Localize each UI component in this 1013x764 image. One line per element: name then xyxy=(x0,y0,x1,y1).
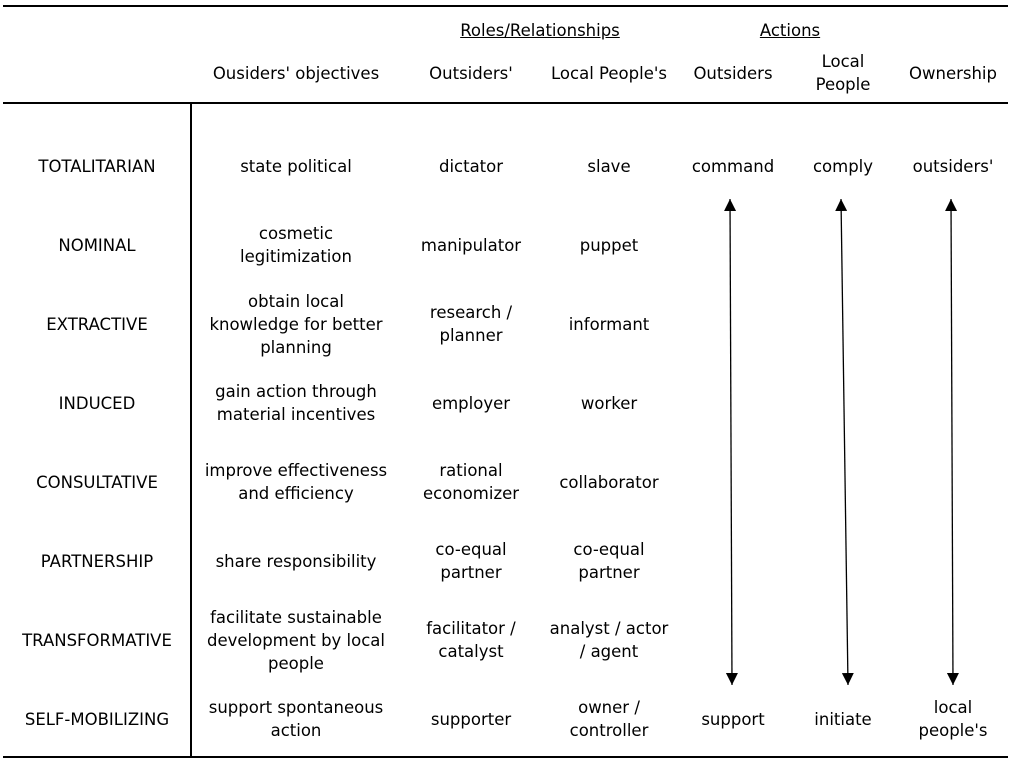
local-action-arrow xyxy=(835,198,854,686)
ownership-arrow xyxy=(945,198,959,686)
outsiders-action-arrow xyxy=(724,198,738,686)
arrows-layer xyxy=(724,198,959,686)
